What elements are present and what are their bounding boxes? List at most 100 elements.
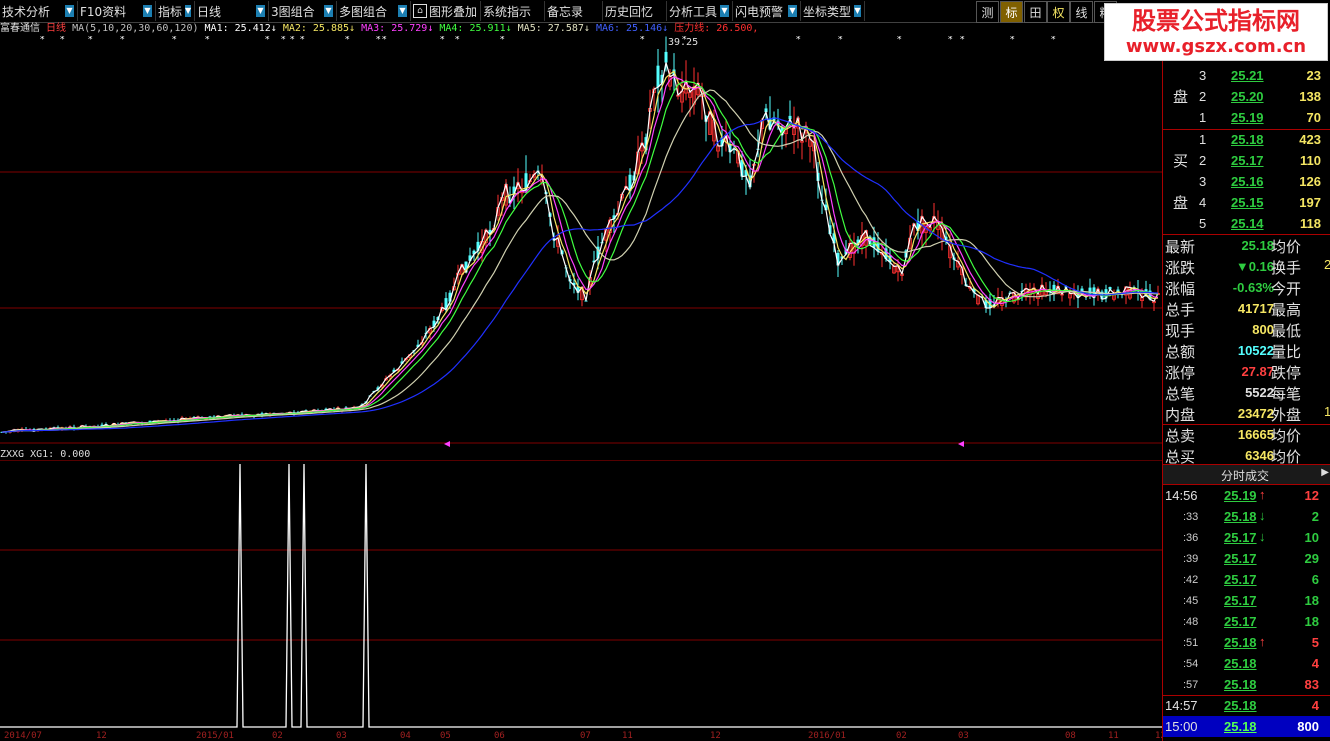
buy-level-row[interactable]: 2 25.17 110 <box>1163 151 1330 172</box>
order-price[interactable]: 25.20 <box>1231 89 1264 104</box>
date-axis: 2014/07 12 2015/01 02 03 04 05 06 07 11 12 2016/01 0… <box>0 731 1166 741</box>
signal-star: * <box>265 36 270 45</box>
stat-value: 23472 <box>1237 406 1274 421</box>
order-price[interactable]: 25.17 <box>1231 153 1264 168</box>
dropdown-arrow-icon[interactable]: ▼ <box>185 5 192 17</box>
stat-label-2: 均价 <box>1271 428 1302 445</box>
signal-star: * <box>60 36 65 45</box>
order-price[interactable]: 25.16 <box>1231 174 1264 189</box>
toolbar-13-button[interactable]: 坐标类型 ▼ <box>801 1 865 21</box>
candle-body <box>664 51 668 63</box>
signal-star: * <box>897 36 902 45</box>
date-tick: 07 <box>580 731 591 741</box>
buy-level-row[interactable]: 1 25.18 423 <box>1163 130 1330 151</box>
toolbar-toggle-2-button[interactable]: 标 <box>1000 1 1023 23</box>
signal-star: * <box>40 36 45 45</box>
ma2-line <box>1 70 1159 433</box>
toolbar-1-button[interactable]: 技术分析 ▼ <box>0 1 78 21</box>
order-price[interactable]: 25.18 <box>1231 132 1264 147</box>
trade-price: 25.18 <box>1224 635 1257 650</box>
stat-row: 总额 10522 量比 <box>1163 340 1330 361</box>
toolbar-7-button[interactable]: ⌂ 图形叠加 <box>411 1 481 21</box>
trade-time: :36 <box>1183 532 1199 544</box>
trade-row: :36 25.17 ↓ 10 <box>1163 527 1330 548</box>
toolbar-label: 图形叠加 <box>428 4 477 19</box>
stat-label: 涨停 <box>1165 365 1196 382</box>
order-volume: 23 <box>1306 68 1321 83</box>
indicator-chart[interactable] <box>0 460 1162 731</box>
buy-level-row[interactable]: 3 25.16 126 <box>1163 172 1330 193</box>
dropdown-arrow-icon[interactable]: ▼ <box>143 5 152 17</box>
order-price[interactable]: 25.19 <box>1231 110 1264 125</box>
stat-label-2: 跌停 <box>1271 365 1302 382</box>
trade-time: :45 <box>1183 595 1199 607</box>
toolbar-label: 闪电预警 <box>735 4 784 19</box>
dropdown-arrow-icon[interactable]: ▼ <box>854 5 861 17</box>
dropdown-arrow-icon[interactable]: ▼ <box>256 5 265 17</box>
order-volume: 126 <box>1299 174 1321 189</box>
xg1-signal-line <box>0 463 1162 728</box>
trade-volume: 4 <box>1311 698 1319 713</box>
trade-price: 25.17 <box>1224 530 1257 545</box>
buy-level-row[interactable]: 5 25.14 118 <box>1163 214 1330 235</box>
toolbar-6-button[interactable]: 多图组合 ▼ <box>337 1 411 21</box>
stat-row: 涨幅 -0.63% 今开 <box>1163 277 1330 298</box>
trade-price: 25.17 <box>1224 572 1257 587</box>
arrow-up-icon: ↑ <box>1259 487 1266 502</box>
candlestick-chart[interactable]: 39.25* * * * * * * * * * * * * * * * * * * * * * * * * <box>0 36 1162 448</box>
toolbar-label: 指标 <box>158 4 183 19</box>
date-tick: 03 <box>336 731 347 741</box>
sell-level-row[interactable]: 3 25.21 23 <box>1163 66 1330 87</box>
order-price[interactable]: 25.14 <box>1231 216 1264 231</box>
stat-row: 总卖 16665 均价 <box>1163 424 1330 445</box>
trade-time: 14:56 <box>1165 488 1198 503</box>
toolbar-4-button[interactable]: 日线 ▼ <box>195 1 269 21</box>
toolbar-toggle-3-button[interactable]: 田 <box>1024 1 1047 23</box>
toolbar-toggle-1-button[interactable]: 测 <box>976 1 999 23</box>
toolbar-2-button[interactable]: F10资料 ▼ <box>78 1 156 21</box>
trade-time: :54 <box>1183 658 1199 670</box>
order-level: 5 <box>1199 216 1207 231</box>
trade-time: :48 <box>1183 616 1199 628</box>
stat-value: ▼0.16 <box>1235 259 1274 274</box>
order-price[interactable]: 25.15 <box>1231 195 1264 210</box>
range-marker <box>444 441 450 447</box>
expand-arrow-icon[interactable]: ▶ <box>1321 467 1329 478</box>
toolbar-8-button[interactable]: 系统指示 <box>481 1 545 21</box>
toolbar-9-button[interactable]: 备忘录 <box>545 1 603 21</box>
dropdown-arrow-icon[interactable]: ▼ <box>65 5 74 17</box>
toolbar-toggle-4-button[interactable]: 权 <box>1047 1 1070 23</box>
order-price[interactable]: 25.21 <box>1231 68 1264 83</box>
toolbar-label: 历史回忆 <box>605 4 654 19</box>
date-tick: 12 <box>96 731 107 741</box>
trade-price: 25.17 <box>1224 593 1257 608</box>
stat-value: 25.18 <box>1241 238 1274 253</box>
sell-level-row[interactable]: 1 25.19 70 <box>1163 108 1330 129</box>
trade-volume: 83 <box>1304 677 1319 692</box>
toolbar-10-button[interactable]: 历史回忆 <box>603 1 667 21</box>
trade-volume: 2 <box>1311 509 1319 524</box>
sell-side-label: 盘 <box>1173 89 1189 106</box>
stat-value: 6346 <box>1245 448 1274 463</box>
dropdown-arrow-icon[interactable]: ▼ <box>788 5 797 17</box>
date-tick: 12 <box>710 731 721 741</box>
toolbar-3-button[interactable]: 指标 ▼ <box>156 1 195 21</box>
toolbar-toggle-5-button[interactable]: 线 <box>1070 1 1093 23</box>
dropdown-arrow-icon[interactable]: ▼ <box>720 5 729 17</box>
ma-params: MA(5,10,20,30,60,120) <box>72 23 199 34</box>
stat-label: 总笔 <box>1165 386 1196 403</box>
trade-price: 25.18 <box>1224 656 1257 671</box>
sell-level-row[interactable]: 2 25.20 138 <box>1163 87 1330 108</box>
dropdown-arrow-icon[interactable]: ▼ <box>324 5 333 17</box>
toolbar-5-button[interactable]: 3图组合 ▼ <box>269 1 337 21</box>
signal-star: * <box>838 36 843 45</box>
trades-header[interactable]: 分时成交 ▶ <box>1163 464 1330 485</box>
signal-star: * <box>682 36 687 45</box>
toolbar-12-button[interactable]: 闪电预警 ▼ <box>733 1 801 21</box>
toolbar-11-button[interactable]: 分析工具 ▼ <box>667 1 733 21</box>
stat-value: 16665 <box>1237 427 1274 442</box>
dropdown-arrow-icon[interactable]: ▼ <box>398 5 407 17</box>
trade-time: :33 <box>1183 511 1199 523</box>
buy-level-row[interactable]: 4 25.15 197 <box>1163 193 1330 214</box>
arrow-down-icon: ↓ <box>1259 508 1266 523</box>
